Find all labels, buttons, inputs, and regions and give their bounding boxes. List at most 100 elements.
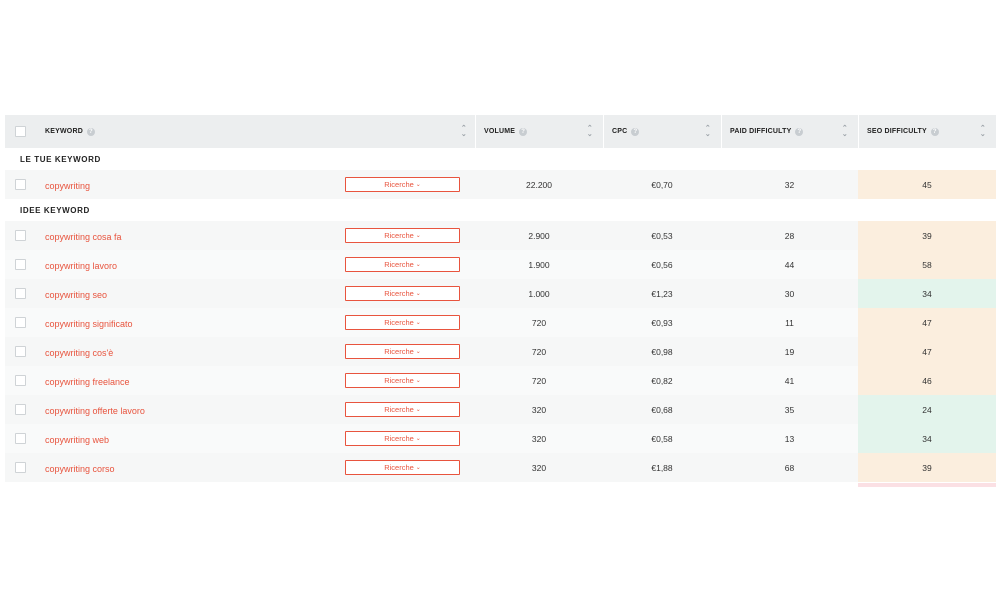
select-all-cell [5, 126, 35, 137]
table-header: KEYWORD? ⌃ ⌄ VOLUME? ⌃ ⌄ CPC? ⌃ ⌄ PAID DIFF… [5, 115, 996, 148]
keyword-cell: copywriting cosa fa [35, 227, 345, 245]
chevron-down-icon: ⌄ [415, 349, 421, 355]
sort-icon[interactable]: ⌃ ⌄ [980, 125, 986, 138]
header-seo-difficulty-label: SEO DIFFICULTY [867, 128, 927, 135]
volume-cell: 720 [531, 317, 547, 328]
searches-cell: Ricerche ⌄ [345, 344, 475, 359]
row-checkbox-cell [5, 230, 35, 241]
searches-dropdown-button[interactable]: Ricerche ⌄ [345, 315, 460, 330]
keyword-cell: copywriting web [35, 430, 345, 448]
keyword-cell: copywriting cos'è [35, 343, 345, 361]
table-row: copywriting web Ricerche ⌄ 320 €0,58 13 … [5, 424, 996, 453]
volume-cell: 22.200 [526, 179, 552, 190]
header-seo-difficulty[interactable]: SEO DIFFICULTY? ⌃ ⌄ [858, 115, 996, 148]
header-keyword-label: KEYWORD [45, 128, 83, 135]
sort-icon[interactable]: ⌃ ⌄ [842, 125, 848, 138]
row-checkbox-cell [5, 259, 35, 270]
row-checkbox-cell [5, 375, 35, 386]
paid-difficulty-cell: 35 [784, 404, 795, 415]
table-bottom-edge [5, 483, 996, 487]
help-icon[interactable]: ? [930, 127, 939, 136]
searches-dropdown-button[interactable]: Ricerche ⌄ [345, 373, 460, 388]
row-checkbox[interactable] [14, 317, 26, 328]
chevron-down-icon: ⌄ [415, 233, 421, 239]
header-keyword[interactable]: KEYWORD? ⌃ ⌄ [35, 115, 475, 148]
searches-dropdown-button[interactable]: Ricerche ⌄ [345, 228, 460, 243]
chevron-down-icon: ⌄ [415, 291, 421, 297]
chevron-down-icon: ⌄ [415, 436, 421, 442]
header-cpc[interactable]: CPC? ⌃ ⌄ [603, 115, 721, 148]
paid-difficulty-cell: 44 [784, 259, 795, 270]
sort-icon[interactable]: ⌃ ⌄ [461, 125, 467, 138]
row-checkbox-cell [5, 462, 35, 473]
keyword-link[interactable]: copywriting lavoro [45, 261, 117, 271]
select-all-checkbox[interactable] [14, 126, 26, 137]
row-checkbox[interactable] [14, 230, 26, 241]
row-checkbox[interactable] [14, 346, 26, 357]
searches-dropdown-button[interactable]: Ricerche ⌄ [345, 402, 460, 417]
searches-dropdown-button[interactable]: Ricerche ⌄ [345, 177, 460, 192]
searches-button-label: Ricerche [384, 376, 414, 385]
table-row: copywriting corso Ricerche ⌄ 320 €1,88 6… [5, 453, 996, 482]
help-icon[interactable]: ? [86, 127, 95, 136]
row-checkbox-cell [5, 317, 35, 328]
volume-cell: 1.000 [528, 288, 550, 299]
sort-icon[interactable]: ⌃ ⌄ [587, 125, 593, 138]
searches-button-label: Ricerche [384, 289, 414, 298]
row-checkbox[interactable] [14, 375, 26, 386]
keyword-cell: copywriting significato [35, 314, 345, 332]
cpc-cell: €0,70 [651, 179, 673, 190]
searches-cell: Ricerche ⌄ [345, 177, 475, 192]
seo-difficulty-cell: 39 [858, 221, 996, 250]
cpc-cell: €0,93 [651, 317, 673, 328]
searches-cell: Ricerche ⌄ [345, 402, 475, 417]
cpc-cell: €0,58 [651, 433, 673, 444]
row-checkbox[interactable] [14, 462, 26, 473]
row-checkbox[interactable] [14, 404, 26, 415]
help-icon[interactable]: ? [519, 127, 528, 136]
row-checkbox[interactable] [14, 179, 26, 190]
header-volume[interactable]: VOLUME? ⌃ ⌄ [475, 115, 603, 148]
keyword-link[interactable]: copywriting offerte lavoro [45, 406, 145, 416]
row-checkbox-cell [5, 346, 35, 357]
searches-cell: Ricerche ⌄ [345, 228, 475, 243]
table-row: copywriting significato Ricerche ⌄ 720 €… [5, 308, 996, 337]
header-paid-difficulty[interactable]: PAID DIFFICULTY? ⌃ ⌄ [721, 115, 858, 148]
keyword-link[interactable]: copywriting significato [45, 319, 133, 329]
help-icon[interactable]: ? [631, 127, 640, 136]
row-checkbox[interactable] [14, 288, 26, 299]
row-checkbox[interactable] [14, 259, 26, 270]
keyword-cell: copywriting [35, 176, 345, 194]
sort-icon[interactable]: ⌃ ⌄ [705, 125, 711, 138]
searches-dropdown-button[interactable]: Ricerche ⌄ [345, 257, 460, 272]
table-row: copywriting freelance Ricerche ⌄ 720 €0,… [5, 366, 996, 395]
searches-dropdown-button[interactable]: Ricerche ⌄ [345, 460, 460, 475]
row-checkbox-cell [5, 404, 35, 415]
section-keyword-ideas: IDEE KEYWORD [5, 199, 996, 221]
keyword-cell: copywriting lavoro [35, 256, 345, 274]
paid-difficulty-cell: 68 [784, 462, 795, 473]
header-cpc-label: CPC [612, 128, 628, 135]
searches-dropdown-button[interactable]: Ricerche ⌄ [345, 344, 460, 359]
searches-dropdown-button[interactable]: Ricerche ⌄ [345, 286, 460, 301]
table-row: copywriting Ricerche ⌄ 22.200 €0,70 32 4… [5, 170, 996, 199]
keyword-link[interactable]: copywriting corso [45, 464, 115, 474]
keyword-link[interactable]: copywriting [45, 181, 90, 191]
chevron-down-icon: ⌄ [415, 378, 421, 384]
table-row: copywriting offerte lavoro Ricerche ⌄ 32… [5, 395, 996, 424]
keyword-link[interactable]: copywriting web [45, 435, 109, 445]
searches-dropdown-button[interactable]: Ricerche ⌄ [345, 431, 460, 446]
cpc-cell: €0,53 [651, 230, 673, 241]
searches-cell: Ricerche ⌄ [345, 431, 475, 446]
row-checkbox[interactable] [14, 433, 26, 444]
keyword-link[interactable]: copywriting cos'è [45, 348, 113, 358]
volume-cell: 720 [531, 346, 547, 357]
help-icon[interactable]: ? [795, 127, 804, 136]
searches-button-label: Ricerche [384, 318, 414, 327]
seo-difficulty-cell: 39 [858, 453, 996, 482]
searches-button-label: Ricerche [384, 463, 414, 472]
keyword-link[interactable]: copywriting cosa fa [45, 232, 122, 242]
cpc-cell: €0,98 [651, 346, 673, 357]
keyword-link[interactable]: copywriting seo [45, 290, 107, 300]
keyword-link[interactable]: copywriting freelance [45, 377, 130, 387]
